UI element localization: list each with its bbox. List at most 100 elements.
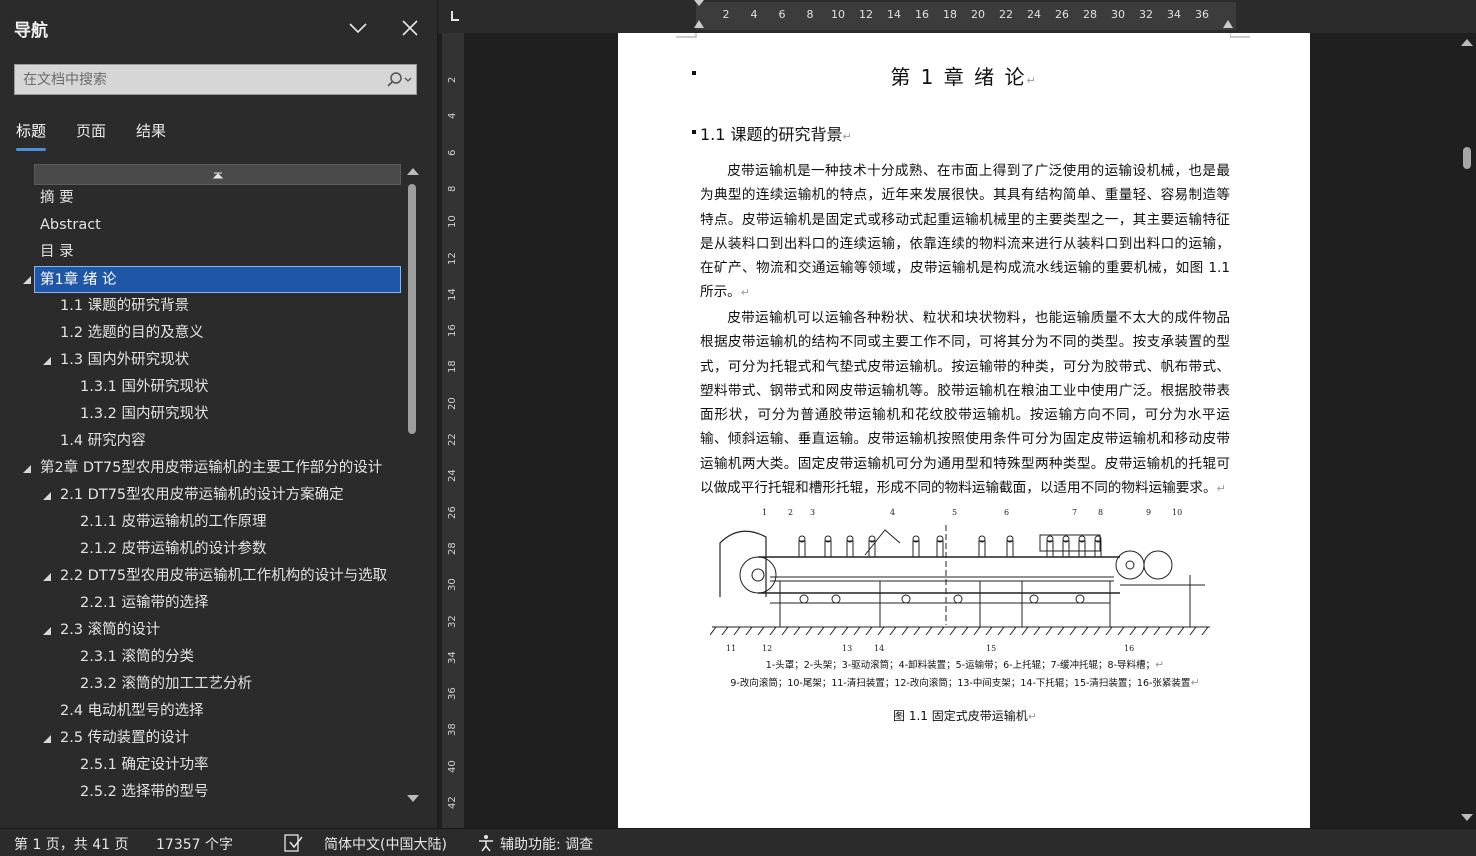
nav-title: 导航 [14, 21, 48, 41]
figure-part-number: 15 [986, 644, 996, 653]
heading-item[interactable]: 摘 要 [40, 185, 406, 212]
status-bar: 第 1 页，共 41 页 17357 个字 简体中文(中国大陆) 辅助功能: 调… [0, 828, 1476, 856]
expand-caret-icon[interactable] [40, 617, 54, 644]
document-scrollbar[interactable] [1456, 33, 1476, 828]
figure-part-number: 4 [890, 508, 895, 517]
ruler-number: 26 [1055, 8, 1069, 21]
horizontal-ruler[interactable]: 2 4 6 8 10 12 14 16 18 20 22 24 26 28 30 32 34 36 [438, 0, 1476, 33]
expand-caret-icon[interactable] [40, 563, 54, 590]
page-count[interactable]: 第 1 页，共 41 页 [14, 834, 129, 854]
document-page[interactable]: 第 1 章 绪 论↵ 1.1 课题的研究背景↵ 皮带运输机是一种技术十分成熟、在… [618, 33, 1310, 828]
ruler-number: 30 [1111, 8, 1125, 21]
navigation-pane: 导航 标题 页面 结果 摘 要Abstract目 录第1章 绪 论1.1 课题的… [0, 0, 438, 828]
tree-scrollbar[interactable] [404, 162, 422, 810]
proofing-icon[interactable] [282, 833, 304, 856]
heading-item[interactable]: 目 录 [40, 239, 406, 266]
figure-part-number: 16 [1124, 644, 1134, 653]
figure-legend-line-2: 9-改向滚筒；10-尾架；11-清扫装置；12-改向滚筒；13-中间支架；14-… [730, 676, 1200, 689]
nav-options-chevron-icon[interactable] [346, 16, 370, 40]
section-title[interactable]: 1.1 课题的研究背景↵ [700, 121, 852, 145]
heading-item[interactable]: 1.3 国内外研究现状 [60, 347, 406, 374]
expand-caret-icon[interactable] [40, 725, 54, 752]
ruler-number: 8 [806, 8, 814, 21]
figure-part-number: 8 [1098, 508, 1103, 517]
ruler-number: 28 [447, 542, 458, 555]
ruler-number: 20 [447, 396, 458, 410]
ruler-number: 22 [447, 433, 458, 446]
tab-results[interactable]: 结果 [136, 120, 166, 141]
figure-part-number: 5 [952, 508, 957, 517]
search-input[interactable] [15, 65, 375, 94]
figure-caption: 图 1.1 固定式皮带运输机↵ [893, 709, 1037, 723]
heading-item[interactable]: 2.3.2 滚筒的加工工艺分析 [80, 671, 406, 698]
paragraph-mark-bullet [692, 130, 696, 134]
heading-item[interactable]: 2.1.1 皮带运输机的工作原理 [80, 509, 406, 536]
heading-item[interactable]: 1.3.1 国外研究现状 [80, 374, 406, 401]
figure-part-number: 12 [762, 644, 772, 653]
ruler-number: 18 [447, 360, 458, 374]
expand-caret-icon[interactable] [20, 455, 34, 482]
ruler-number: 2 [447, 76, 458, 83]
heading-item[interactable]: 2.2.1 运输带的选择 [80, 590, 406, 617]
heading-item[interactable]: 2.5.1 确定设计功率 [80, 752, 406, 779]
ruler-number: 16 [915, 8, 929, 21]
expand-caret-icon[interactable] [40, 347, 54, 374]
belt-conveyor-figure[interactable]: 1 2 3 4 5 6 7 8 9 1011 12 13 14 15 16 [710, 505, 1216, 655]
accessibility-icon[interactable] [476, 833, 496, 856]
ruler-number: 26 [447, 505, 458, 519]
heading-item[interactable]: 第1章 绪 论 [34, 266, 401, 293]
close-icon[interactable] [398, 16, 422, 40]
tab-selector[interactable] [438, 0, 472, 33]
ruler-number: 16 [447, 324, 458, 338]
ruler-number: 14 [447, 288, 458, 301]
ruler-number: 12 [859, 8, 873, 21]
expand-caret-icon[interactable] [20, 266, 34, 293]
heading-item[interactable]: 第2章 DT75型农用皮带运输机的主要工作部分的设计 [40, 455, 406, 482]
expand-caret-icon[interactable] [40, 482, 54, 509]
right-indent-marker-icon[interactable] [1221, 14, 1235, 30]
heading-item[interactable]: 1.4 研究内容 [60, 428, 406, 455]
ruler-number: 18 [943, 8, 957, 21]
figure-part-number: 13 [842, 644, 852, 653]
word-count[interactable]: 17357 个字 [156, 834, 233, 854]
scroll-up-icon [407, 168, 419, 175]
heading-item[interactable]: 2.1.2 皮带运输机的设计参数 [80, 536, 406, 563]
ruler-number: 10 [447, 215, 458, 229]
ruler-number: 34 [447, 651, 458, 664]
ruler-strip [696, 2, 1236, 30]
figure-part-number: 6 [1004, 508, 1009, 517]
heading-item[interactable]: 1.2 选题的目的及意义 [60, 320, 406, 347]
collapse-all-button[interactable] [34, 164, 401, 185]
heading-item[interactable]: 1.1 课题的研究背景 [60, 293, 406, 320]
figure-part-number: 9 [1146, 508, 1151, 517]
tab-pages[interactable]: 页面 [76, 120, 106, 141]
body-paragraph-1[interactable]: 皮带运输机是一种技术十分成熟、在市面上得到了广泛使用的运输设机械，也是最为典型的… [700, 159, 1230, 306]
language-status[interactable]: 简体中文(中国大陆) [324, 834, 447, 854]
document-scroll-thumb[interactable] [1463, 147, 1471, 169]
accessibility-status[interactable]: 辅助功能: 调查 [500, 834, 593, 854]
search-icon[interactable] [381, 69, 417, 91]
heading-item[interactable]: 2.5 传动装置的设计 [60, 725, 406, 752]
heading-item[interactable]: 2.5.2 选择带的型号 [80, 779, 406, 806]
ruler-number: 32 [1139, 8, 1153, 21]
heading-item[interactable]: 2.2 DT75型农用皮带运输机工作机构的设计与选取 [60, 563, 406, 590]
body-paragraph-2[interactable]: 皮带运输机可以运输各种粉状、粒状和块状物料，也能运输质量不太大的成件物品根据皮带… [700, 306, 1230, 501]
figure-part-number: 1 [762, 508, 767, 517]
chapter-title[interactable]: 第 1 章 绪 论↵ [618, 61, 1310, 90]
tree-scroll-thumb[interactable] [408, 184, 416, 434]
ruler-number: 22 [999, 8, 1013, 21]
heading-item[interactable]: 2.3 滚筒的设计 [60, 617, 406, 644]
document-area[interactable]: 第 1 章 绪 论↵ 1.1 课题的研究背景↵ 皮带运输机是一种技术十分成熟、在… [472, 33, 1456, 828]
heading-item[interactable]: 1.3.2 国内研究现状 [80, 401, 406, 428]
tab-headings[interactable]: 标题 [16, 120, 47, 151]
ruler-number: 40 [447, 759, 458, 773]
heading-item[interactable]: Abstract [40, 212, 406, 239]
vertical-ruler[interactable]: 2 4 6 8 10 12 14 16 18 20 22 24 26 28 30 32 34 36 38 40 42 [442, 33, 464, 828]
heading-item[interactable]: 2.4 电动机型号的选择 [60, 698, 406, 725]
heading-item[interactable]: 2.3.1 滚筒的分类 [80, 644, 406, 671]
indent-marker-icon[interactable] [692, 0, 706, 33]
ruler-number: 36 [447, 687, 458, 701]
ruler-number: 24 [447, 469, 458, 483]
heading-item[interactable]: 2.1 DT75型农用皮带运输机的设计方案确定 [60, 482, 406, 509]
figure-part-number: 10 [1172, 508, 1182, 517]
